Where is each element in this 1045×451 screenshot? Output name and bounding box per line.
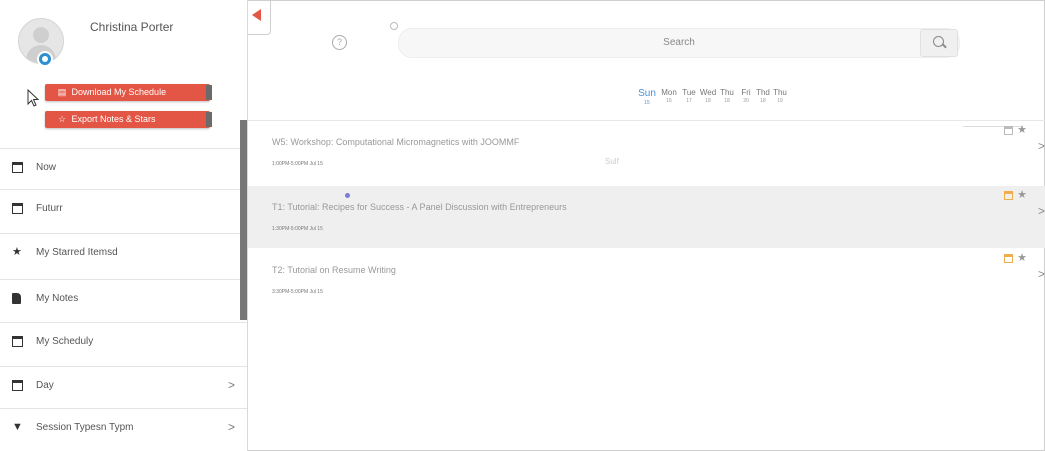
note-icon	[12, 293, 21, 304]
arrow-left-icon	[252, 9, 261, 21]
add-to-schedule-icon[interactable]	[1004, 126, 1013, 135]
sidebar-item-notes[interactable]: My Notes	[0, 279, 247, 320]
session-row[interactable]: T2: Tutorial on Resume Writing 3:30PM-5:…	[248, 249, 1045, 311]
session-title: T1: Tutorial: Recipes for Success - A Pa…	[272, 202, 567, 212]
star-icon: ☆	[57, 114, 67, 124]
sidebar-item-label: My Notes	[36, 293, 79, 304]
active-indicator-dot	[345, 193, 350, 198]
chevron-right-icon: >	[227, 420, 235, 434]
calendar-icon	[12, 380, 23, 391]
search-button[interactable]	[920, 29, 958, 57]
session-title: T2: Tutorial on Resume Writing	[272, 265, 396, 275]
calendar-icon	[12, 336, 23, 347]
day-name: Mon	[661, 88, 677, 97]
sidebar-item-my-schedule[interactable]: My Scheduly	[0, 322, 247, 363]
sidebar-item-starred[interactable]: ★ My Starred Itemsd	[0, 233, 247, 274]
calendar-icon	[12, 203, 23, 214]
chevron-right-icon: >	[227, 378, 235, 392]
sidebar-item-label: Now	[36, 162, 57, 173]
star-icon[interactable]: ★	[1017, 123, 1027, 136]
add-to-schedule-icon[interactable]	[1004, 254, 1013, 263]
star-icon[interactable]: ★	[1017, 188, 1027, 201]
sidebar-item-label: Session Typesn Typm	[36, 422, 134, 433]
calendar-icon	[12, 162, 23, 173]
day-name: Sun	[638, 88, 656, 99]
download-schedule-label: Download My Schedule	[71, 87, 167, 97]
main-content: ? Search Sun 15 Mon 16 Tue 17 Wed 18 Thu…	[248, 0, 1045, 451]
session-tag: Sulf	[605, 157, 619, 166]
sidebar-item-day[interactable]: Day >	[0, 366, 247, 407]
export-notes-button[interactable]: ☆ Export Notes & Stars	[45, 111, 212, 128]
search-icon-handle	[942, 43, 947, 49]
add-to-schedule-icon[interactable]	[1004, 191, 1013, 200]
sidebar-item-label: Day	[36, 380, 54, 391]
session-time: 1:30PM-5:00PM Jul 15	[272, 226, 323, 232]
day-date: 15	[644, 100, 650, 106]
session-time: 3:30PM-5:00PM Jul 15	[272, 289, 323, 295]
row-divider	[963, 126, 1023, 127]
session-row[interactable]: T1: Tutorial: Recipes for Success - A Pa…	[248, 186, 1045, 248]
button-handle	[206, 112, 212, 127]
collapse-sidebar-button[interactable]	[248, 0, 271, 35]
sidebar: Christina Porter ▤ Download My Schedule …	[0, 0, 248, 451]
day-tab-mon[interactable]: Mon 16	[658, 88, 680, 104]
session-row[interactable]: W5: Workshop: Computational Micromagneti…	[248, 121, 1045, 183]
day-date: 16	[666, 98, 672, 104]
sidebar-item-future[interactable]: Futurr	[0, 189, 247, 230]
sidebar-resize-handle[interactable]	[240, 120, 247, 320]
day-date: 19	[777, 98, 783, 104]
chevron-right-icon[interactable]: >	[1038, 139, 1045, 153]
star-icon[interactable]: ★	[1017, 251, 1027, 264]
search-input[interactable]: Search	[398, 28, 960, 58]
export-notes-label: Export Notes & Stars	[71, 114, 156, 124]
day-name: Thu	[773, 88, 787, 97]
avatar-badge-icon[interactable]	[37, 51, 53, 67]
help-icon[interactable]: ?	[332, 35, 347, 50]
session-title: W5: Workshop: Computational Micromagneti…	[272, 137, 520, 147]
profile-name: Christina Porter	[90, 20, 174, 34]
info-dot-icon	[390, 22, 398, 30]
download-schedule-button[interactable]: ▤ Download My Schedule	[45, 84, 212, 101]
chevron-right-icon[interactable]: >	[1038, 204, 1045, 218]
day-tab-sun[interactable]: Sun 15	[636, 88, 658, 106]
day-tab-thu-2[interactable]: Thu 19	[769, 88, 791, 104]
sidebar-item-now[interactable]: Now	[0, 148, 247, 189]
calendar-icon: ▤	[57, 87, 67, 97]
sidebar-item-label: My Starred Itemsd	[36, 247, 118, 258]
star-icon: ★	[12, 246, 22, 258]
sidebar-item-label: My Scheduly	[36, 336, 94, 347]
profile-section: Christina Porter ▤ Download My Schedule …	[0, 0, 247, 145]
button-handle	[206, 85, 212, 100]
sidebar-item-session-types[interactable]: ▼ Session Typesn Typm >	[0, 408, 247, 449]
search-placeholder: Search	[663, 37, 695, 48]
chevron-right-icon[interactable]: >	[1038, 267, 1045, 281]
mouse-cursor-icon	[27, 89, 39, 107]
filter-icon: ▼	[12, 421, 23, 433]
session-time: 1:00PM-5:00PM Jul 15	[272, 161, 323, 167]
sidebar-item-label: Futurr	[36, 203, 63, 214]
